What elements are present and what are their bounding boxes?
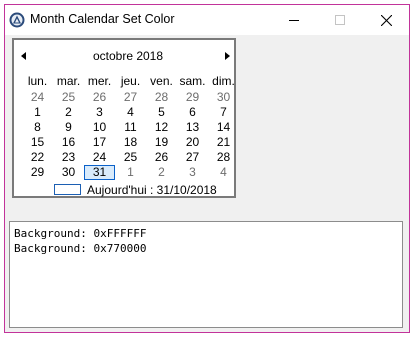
day-cell[interactable]: 10 bbox=[84, 120, 115, 135]
adjacent-month-day-cell[interactable]: 28 bbox=[146, 90, 177, 105]
day-cell[interactable]: 7 bbox=[208, 105, 239, 120]
weekday-label: mar. bbox=[56, 74, 81, 88]
day-cell[interactable]: 4 bbox=[115, 105, 146, 120]
day-cell[interactable]: 5 bbox=[146, 105, 177, 120]
adjacent-month-day-cell[interactable]: 1 bbox=[115, 165, 146, 180]
close-button[interactable] bbox=[363, 5, 409, 35]
weekday-label: jeu. bbox=[120, 74, 141, 88]
next-month-arrow-icon[interactable] bbox=[225, 52, 230, 60]
day-cell[interactable]: 29 bbox=[22, 165, 53, 180]
day-cell[interactable]: 18 bbox=[115, 135, 146, 150]
day-cell[interactable]: 15 bbox=[22, 135, 53, 150]
weekday-label: sam. bbox=[179, 74, 206, 88]
month-calendar[interactable]: octobre 2018 lun. mar. mer. jeu. ven. sam. dim… bbox=[12, 38, 236, 198]
day-cell[interactable]: 6 bbox=[177, 105, 208, 120]
output-log[interactable]: Background: 0xFFFFFF Background: 0x770000 bbox=[9, 221, 403, 328]
title-bar[interactable]: Month Calendar Set Color bbox=[5, 5, 409, 35]
adjacent-month-day-cell[interactable]: 29 bbox=[177, 90, 208, 105]
minimize-icon bbox=[289, 20, 299, 21]
today-label: Aujourd'hui : 31/10/2018 bbox=[87, 183, 217, 197]
day-cell[interactable]: 16 bbox=[53, 135, 84, 150]
close-icon bbox=[380, 14, 392, 26]
maximize-icon bbox=[335, 15, 345, 25]
selected-day-cell[interactable]: 31 bbox=[84, 165, 115, 180]
day-cell[interactable]: 30 bbox=[53, 165, 84, 180]
weekday-label: lun. bbox=[27, 74, 48, 88]
window-title: Month Calendar Set Color bbox=[30, 12, 175, 26]
day-cell[interactable]: 21 bbox=[208, 135, 239, 150]
log-line: Background: 0xFFFFFF bbox=[14, 227, 147, 240]
app-window: Month Calendar Set Color octobre 2018 lu… bbox=[4, 4, 410, 333]
day-cell[interactable]: 27 bbox=[177, 150, 208, 165]
day-cell[interactable]: 28 bbox=[208, 150, 239, 165]
adjacent-month-day-cell[interactable]: 3 bbox=[177, 165, 208, 180]
adjacent-month-day-cell[interactable]: 30 bbox=[208, 90, 239, 105]
day-cell[interactable]: 2 bbox=[53, 105, 84, 120]
day-cell[interactable]: 20 bbox=[177, 135, 208, 150]
day-cell[interactable]: 13 bbox=[177, 120, 208, 135]
weekday-label: ven. bbox=[150, 74, 173, 88]
day-cell[interactable]: 22 bbox=[22, 150, 53, 165]
adjacent-month-day-cell[interactable]: 24 bbox=[22, 90, 53, 105]
day-cell[interactable]: 19 bbox=[146, 135, 177, 150]
adjacent-month-day-cell[interactable]: 27 bbox=[115, 90, 146, 105]
day-cell[interactable]: 3 bbox=[84, 105, 115, 120]
calendar-header: octobre 2018 bbox=[14, 48, 234, 64]
weekday-header-row: lun. mar. mer. jeu. ven. sam. dim. bbox=[22, 74, 238, 89]
adjacent-month-day-cell[interactable]: 25 bbox=[53, 90, 84, 105]
day-cell[interactable]: 17 bbox=[84, 135, 115, 150]
day-cell[interactable]: 1 bbox=[22, 105, 53, 120]
day-cell[interactable]: 12 bbox=[146, 120, 177, 135]
minimize-button[interactable] bbox=[271, 5, 317, 35]
day-cell[interactable]: 23 bbox=[53, 150, 84, 165]
weekday-label: dim. bbox=[212, 74, 235, 88]
today-marker-icon bbox=[54, 184, 81, 195]
day-cell[interactable]: 11 bbox=[115, 120, 146, 135]
autoit-app-icon bbox=[9, 12, 25, 28]
adjacent-month-day-cell[interactable]: 2 bbox=[146, 165, 177, 180]
day-cell[interactable]: 14 bbox=[208, 120, 239, 135]
adjacent-month-day-cell[interactable]: 4 bbox=[208, 165, 239, 180]
log-line: Background: 0x770000 bbox=[14, 242, 147, 255]
day-cell[interactable]: 26 bbox=[146, 150, 177, 165]
weekday-label: mer. bbox=[87, 74, 112, 88]
maximize-button[interactable] bbox=[317, 5, 363, 35]
day-grid: 24 25 26 27 28 29 30 1 2 3 4 5 6 7 8 9 10 11 12 13 14 15 16 17 1… bbox=[22, 90, 238, 180]
day-cell[interactable]: 9 bbox=[53, 120, 84, 135]
day-cell[interactable]: 25 bbox=[115, 150, 146, 165]
day-cell[interactable]: 24 bbox=[84, 150, 115, 165]
month-year-title[interactable]: octobre 2018 bbox=[14, 49, 242, 63]
adjacent-month-day-cell[interactable]: 26 bbox=[84, 90, 115, 105]
day-cell[interactable]: 8 bbox=[22, 120, 53, 135]
